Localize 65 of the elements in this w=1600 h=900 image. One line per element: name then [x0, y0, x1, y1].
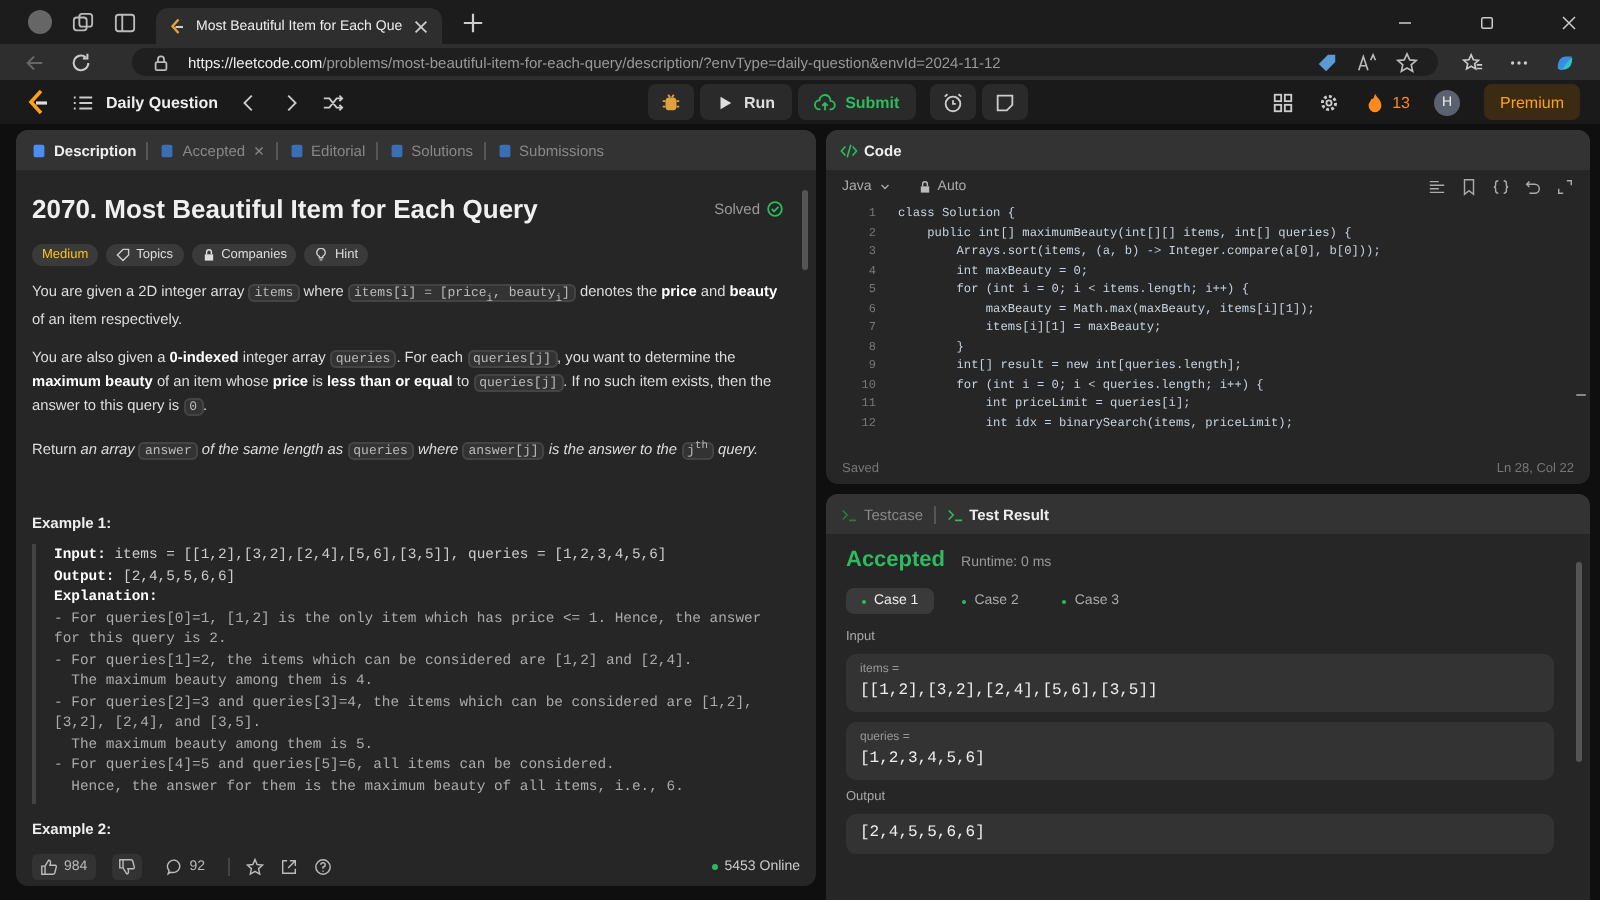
workspaces-icon[interactable] — [72, 11, 94, 33]
read-aloud-icon[interactable] — [1356, 51, 1378, 73]
document-icon — [495, 141, 514, 159]
terminal-icon — [840, 505, 858, 523]
verdict-label: Accepted — [846, 548, 946, 572]
reset-icon[interactable] — [1524, 177, 1542, 195]
check-circle-icon — [766, 200, 784, 218]
site-logo-icon — [168, 17, 186, 35]
problem-list-title[interactable]: Daily Question — [106, 93, 219, 111]
timer-button[interactable] — [929, 84, 976, 120]
grid-icon[interactable] — [1272, 91, 1295, 113]
maximize-icon[interactable] — [1478, 13, 1496, 31]
tag-icon — [116, 248, 131, 262]
tab-actions-icon[interactable] — [114, 11, 136, 33]
premium-button[interactable]: Premium — [1483, 84, 1580, 120]
braces-icon[interactable] — [1492, 177, 1510, 195]
output-value: [2,4,5,5,6,6] — [860, 824, 987, 842]
lightbulb-icon — [314, 248, 329, 262]
lock-icon — [152, 53, 170, 71]
expand-icon[interactable] — [1556, 177, 1574, 195]
terminal-icon — [945, 505, 964, 523]
list-icon[interactable] — [72, 91, 94, 113]
share-icon[interactable] — [280, 857, 299, 875]
notes-button[interactable] — [981, 84, 1028, 120]
lock-icon — [201, 248, 216, 262]
settings-icon[interactable] — [1318, 91, 1341, 113]
thumbs-down-icon[interactable] — [111, 853, 142, 879]
new-tab-icon[interactable] — [462, 11, 485, 33]
submit-button[interactable]: Submit — [797, 84, 916, 120]
cloud-upload-icon — [813, 91, 836, 113]
star-icon[interactable] — [1396, 51, 1418, 73]
debug-button[interactable] — [648, 84, 694, 120]
play-icon — [716, 93, 734, 111]
note-icon — [993, 91, 1016, 113]
parameter-value: [1,2,3,4,5,6] — [860, 750, 987, 768]
chevron-down-icon — [877, 179, 892, 193]
document-icon — [158, 141, 177, 159]
flame-icon — [1364, 91, 1387, 113]
thumbs-up-icon — [40, 857, 58, 875]
bookmark-icon[interactable] — [1460, 177, 1478, 195]
lock-icon — [917, 179, 932, 193]
document-icon — [287, 141, 306, 159]
speech-bubble-icon — [165, 857, 184, 875]
shuffle-icon[interactable] — [322, 91, 345, 113]
run-button[interactable]: Run — [700, 84, 792, 120]
logo-icon[interactable] — [24, 88, 52, 116]
document-icon — [30, 141, 48, 159]
problem-title: 2070. Most Beautiful Item for Each Query — [32, 194, 538, 224]
copilot-icon[interactable] — [1554, 51, 1576, 73]
tag-icon[interactable] — [1316, 51, 1338, 73]
refresh-icon[interactable] — [70, 51, 92, 73]
streak-counter[interactable]: 13 — [1364, 91, 1410, 113]
document-icon — [387, 141, 406, 159]
star-icon[interactable] — [246, 857, 265, 875]
parameter-value: [[1,2],[3,2],[2,4],[5,6],[3,5]] — [860, 682, 1160, 700]
profile-avatar-icon[interactable] — [28, 10, 52, 34]
close-icon[interactable] — [1560, 13, 1578, 31]
bug-icon — [660, 91, 682, 113]
favorites-icon[interactable] — [1462, 51, 1484, 73]
help-icon[interactable] — [314, 857, 333, 875]
alarm-clock-icon — [941, 91, 964, 113]
format-icon[interactable] — [1428, 177, 1446, 195]
close-icon[interactable] — [412, 17, 431, 35]
back-arrow-icon[interactable] — [24, 51, 46, 73]
code-icon — [840, 141, 858, 159]
